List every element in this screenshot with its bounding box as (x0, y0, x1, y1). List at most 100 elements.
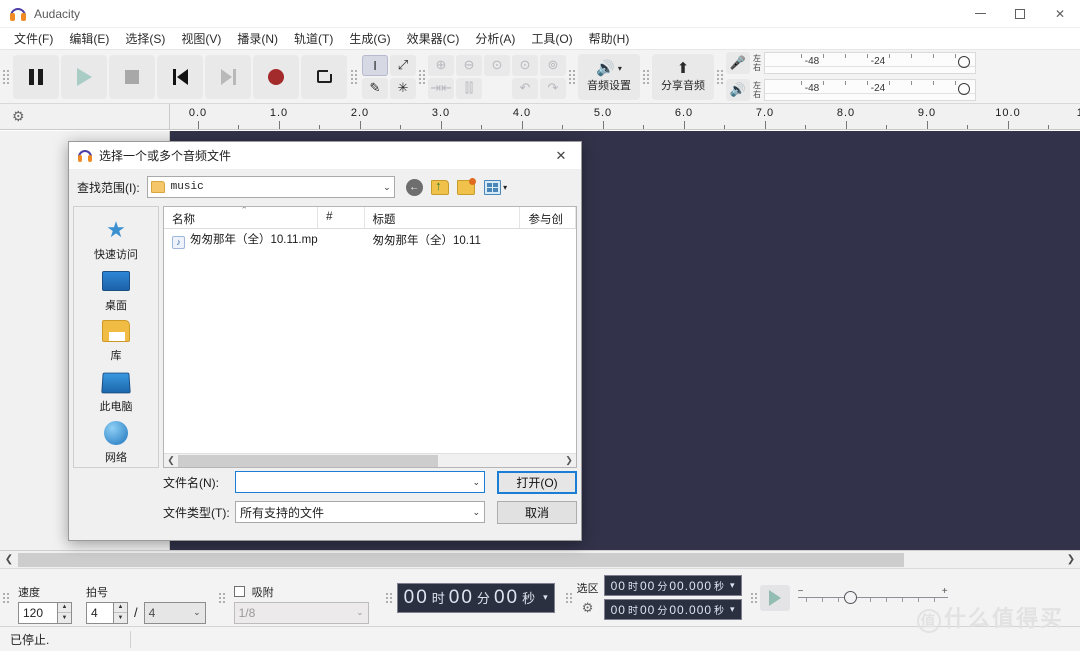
timeline-ruler[interactable]: 0.0 1.0 2.0 3.0 4.0 5.0 6.0 7.0 8.0 9.0 … (170, 104, 1080, 129)
time-signature-lower-select[interactable]: 4 ⌄ (143, 601, 206, 624)
record-meter[interactable]: 🎤 左 右 -48 -24 (726, 51, 976, 75)
file-list-rows[interactable]: ♪ 匆匆那年（全）10.11.mp3 匆匆那年（全）10.11 (164, 229, 576, 453)
menu-effect[interactable]: 效果器(C) (399, 28, 468, 49)
envelope-tool[interactable]: ⤢ (390, 54, 416, 76)
snap-toolbar-grip[interactable] (218, 578, 226, 618)
skip-to-end-button[interactable] (205, 54, 251, 99)
menu-tracks[interactable]: 轨道(T) (286, 28, 341, 49)
audio-position-display[interactable]: 00 时 00 分 00 秒 ▾ (396, 582, 555, 613)
selection-tool[interactable]: I (362, 54, 388, 76)
look-in-select[interactable]: music ⌄ (146, 176, 395, 198)
back-button[interactable]: ← (405, 178, 424, 197)
maximize-button[interactable] (1000, 0, 1040, 28)
trim-audio-button[interactable]: ⇥⇤ (428, 77, 454, 99)
menu-tools[interactable]: 工具(O) (523, 28, 580, 49)
scroll-right-icon[interactable]: ❯ (1062, 551, 1080, 569)
fit-selection-button[interactable]: ⊙ (484, 54, 510, 76)
speaker-meter-icon[interactable]: 🔊 (726, 79, 750, 101)
meter-toolbar-grip[interactable] (716, 57, 724, 97)
loop-button[interactable] (301, 54, 347, 99)
gear-icon[interactable]: ⚙ (12, 108, 25, 125)
chevron-down-icon[interactable]: ▾ (543, 592, 548, 603)
scrollbar-track[interactable] (18, 552, 1062, 567)
play-at-speed-button[interactable] (759, 584, 790, 611)
zoom-in-button[interactable]: ⊕ (428, 54, 454, 76)
open-button[interactable]: 打开(O) (497, 470, 577, 494)
place-network[interactable]: 网络 (74, 416, 158, 467)
multi-tool[interactable]: ✳ (390, 77, 416, 99)
up-folder-button[interactable] (431, 178, 450, 197)
redo-button[interactable]: ↷ (540, 77, 566, 99)
play-meter[interactable]: 🔊 左 右 -48 -24 (726, 78, 976, 102)
column-header-name[interactable]: 名称 ⌃ (164, 207, 319, 228)
audio-position-toolbar-grip[interactable] (385, 578, 393, 618)
menu-generate[interactable]: 生成(G) (341, 28, 398, 49)
selection-end-display[interactable]: 00 时 00 分 00.000 秒 ▾ (603, 599, 742, 620)
transport-toolbar-grip[interactable] (2, 57, 10, 97)
cell-file-name[interactable]: ♪ 匆匆那年（全）10.11.mp3 (164, 231, 318, 249)
column-header-artist[interactable]: 参与创 (520, 207, 577, 228)
place-desktop[interactable]: 桌面 (74, 264, 158, 315)
tools-toolbar-grip[interactable] (350, 57, 358, 97)
fit-project-button[interactable]: ⊙ (512, 54, 538, 76)
dialog-close-button[interactable]: ✕ (541, 142, 581, 170)
tempo-input[interactable]: 120 (18, 601, 58, 624)
time-signature-upper-input[interactable]: 4 (86, 601, 114, 624)
audio-settings-button[interactable]: 🔊 ▾ 音频设置 (578, 53, 640, 100)
zoom-toggle-button[interactable]: ⊚ (540, 54, 566, 76)
tempo-stepper[interactable]: ▲ ▼ (58, 601, 72, 624)
new-folder-button[interactable] (457, 177, 477, 197)
time-signature-toolbar-grip[interactable] (2, 578, 10, 618)
chevron-down-icon[interactable]: ⌄ (472, 477, 480, 488)
file-list-scroll-thumb[interactable] (178, 454, 438, 467)
skip-to-start-button[interactable] (157, 54, 203, 99)
zoom-out-button[interactable]: ⊖ (456, 54, 482, 76)
snap-checkbox-row[interactable]: 吸附 (233, 584, 369, 600)
record-button[interactable] (253, 54, 299, 99)
place-library[interactable]: 库 (74, 315, 158, 366)
menu-transport[interactable]: 播录(N) (229, 28, 286, 49)
horizontal-scrollbar[interactable]: ❮ ❯ (0, 550, 1080, 568)
open-file-dialog[interactable]: 选择一个或多个音频文件 ✕ 查找范围(I): music ⌄ ← ▾ ★ 快速 (68, 141, 582, 541)
menu-select[interactable]: 选择(S) (117, 28, 173, 49)
undo-button[interactable]: ↶ (512, 77, 538, 99)
chevron-down-icon[interactable]: ▾ (730, 604, 735, 615)
snap-checkbox[interactable] (233, 585, 245, 597)
share-toolbar-grip[interactable] (642, 57, 650, 97)
place-this-pc[interactable]: 此电脑 (74, 365, 158, 416)
silence-audio-button[interactable]: ⫿⫿ (456, 77, 482, 99)
selection-gear-icon[interactable]: ⚙ (582, 600, 594, 616)
file-list[interactable]: 名称 ⌃ # 标题 参与创 ♪ 匆匆那年（全）10.11.mp3 匆匆那年（全）1… (163, 206, 577, 468)
column-header-track-number[interactable]: # (318, 207, 365, 228)
playback-speed-knob[interactable] (843, 590, 857, 604)
play-meter-bar[interactable]: -48 -24 (764, 79, 976, 101)
selection-start-display[interactable]: 00 时 00 分 00.000 秒 ▾ (603, 575, 742, 596)
chevron-down-icon[interactable]: ▾ (730, 580, 735, 591)
microphone-icon[interactable]: 🎤 (726, 52, 750, 74)
menu-analyze[interactable]: 分析(A) (467, 28, 523, 49)
time-signature-stepper[interactable]: ▲ ▼ (114, 601, 128, 624)
table-row[interactable]: ♪ 匆匆那年（全）10.11.mp3 匆匆那年（全）10.11 (164, 229, 576, 251)
chevron-down-icon[interactable]: ⌄ (472, 507, 480, 518)
file-list-horizontal-scrollbar[interactable]: ❮ ❯ (164, 453, 576, 467)
place-quick-access[interactable]: ★ 快速访问 (74, 213, 158, 264)
file-name-input[interactable]: ⌄ (235, 471, 485, 493)
close-button[interactable]: ✕ (1040, 0, 1080, 28)
record-meter-bar[interactable]: -48 -24 (764, 52, 976, 74)
snap-value-select[interactable]: 1/8 ⌄ (233, 601, 369, 624)
file-list-scroll-left-icon[interactable]: ❮ (164, 455, 178, 466)
file-type-select[interactable]: 所有支持的文件 ⌄ (235, 501, 485, 523)
selection-toolbar-grip[interactable] (565, 578, 573, 618)
scroll-left-icon[interactable]: ❮ (0, 551, 18, 569)
file-list-scroll-right-icon[interactable]: ❯ (562, 455, 576, 466)
file-list-scroll-track[interactable] (178, 454, 562, 467)
play-button[interactable] (61, 54, 107, 99)
edit-toolbar-grip[interactable] (418, 57, 426, 97)
minimize-button[interactable] (960, 0, 1000, 28)
menu-file[interactable]: 文件(F) (6, 28, 61, 49)
menu-view[interactable]: 视图(V) (173, 28, 229, 49)
cancel-button[interactable]: 取消 (497, 500, 577, 524)
menu-help[interactable]: 帮助(H) (581, 28, 638, 49)
stop-button[interactable] (109, 54, 155, 99)
menu-edit[interactable]: 编辑(E) (61, 28, 117, 49)
